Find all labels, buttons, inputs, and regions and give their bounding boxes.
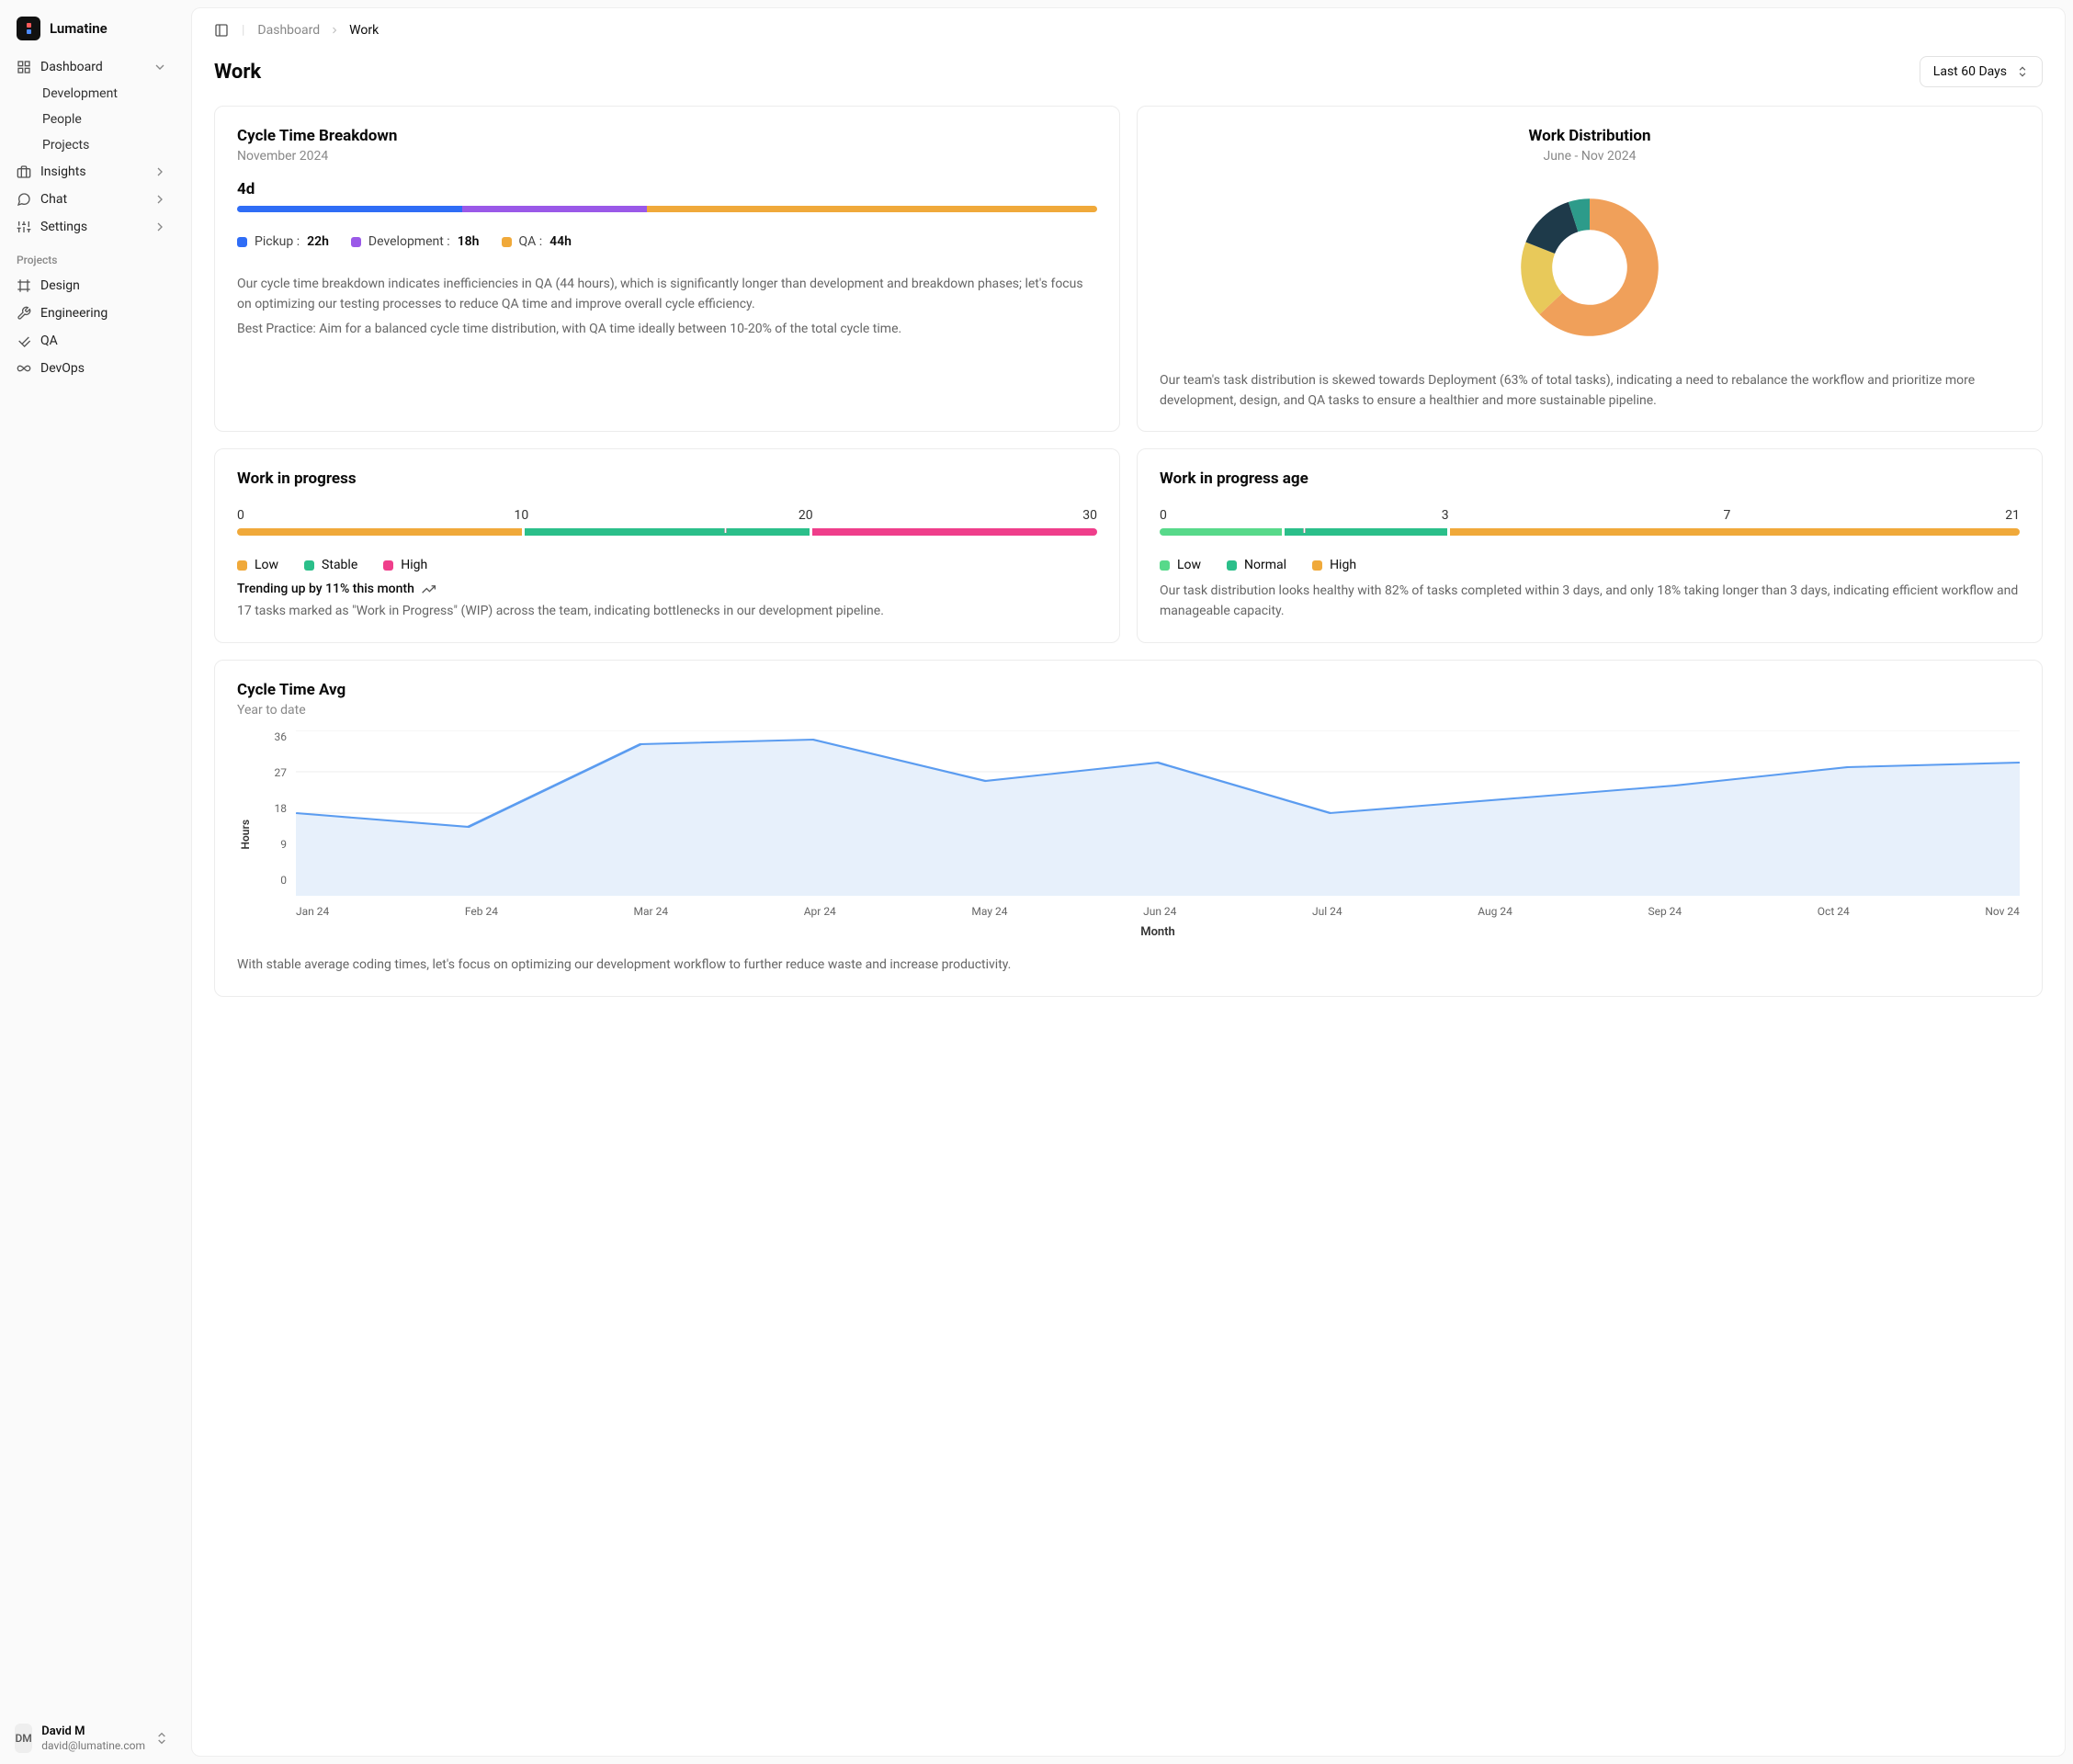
y-axis-label: Hours: [237, 820, 254, 849]
date-range-selector[interactable]: Last 60 Days: [1920, 56, 2043, 87]
sidebar-toggle-icon[interactable]: [214, 23, 229, 38]
brand[interactable]: Lumatine: [7, 11, 176, 53]
wip-age-scale: 03721: [1160, 508, 2020, 523]
work-distribution-donut: [1512, 189, 1668, 345]
check-icon: [17, 334, 31, 348]
sidebar-item-settings[interactable]: Settings: [7, 213, 176, 241]
cycle-time-text2: Best Practice: Aim for a balanced cycle …: [237, 320, 1097, 340]
sidebar-item-insights[interactable]: Insights: [7, 158, 176, 186]
wip-trend: Trending up by 11% this month: [237, 582, 1097, 596]
card-wip: Work in progress 0102030 LowStableHigh T…: [214, 448, 1120, 643]
chat-icon: [17, 192, 31, 207]
settings-icon: [17, 220, 31, 234]
card-subtitle: November 2024: [237, 149, 1097, 164]
user-name: David M: [41, 1724, 145, 1739]
chevron-right-icon: [153, 164, 167, 179]
card-title: Cycle Time Breakdown: [237, 127, 1097, 145]
user-menu[interactable]: DM David M david@lumatine.com: [7, 1713, 176, 1757]
brand-name: Lumatine: [50, 20, 108, 37]
work-distribution-text: Our team's task distribution is skewed t…: [1160, 371, 2020, 411]
card-wip-age: Work in progress age 03721 LowNormalHigh…: [1137, 448, 2043, 643]
wip-age-text: Our task distribution looks healthy with…: [1160, 582, 2020, 621]
card-work-distribution: Work Distribution June - Nov 2024 Our te…: [1137, 106, 2043, 432]
trending-up-icon: [422, 582, 436, 596]
sidebar-item-chat[interactable]: Chat: [7, 186, 176, 213]
frame-icon: [17, 278, 31, 293]
sidebar-section-projects: Projects: [7, 241, 176, 272]
card-title: Work in progress age: [1160, 469, 2020, 488]
breadcrumb-root[interactable]: Dashboard: [257, 23, 320, 38]
sidebar-project-devops[interactable]: DevOps: [7, 355, 176, 382]
brand-logo-icon: [17, 17, 40, 40]
breadcrumb-current: Work: [349, 23, 379, 38]
wip-age-segbar: [1160, 528, 2020, 536]
wip-segbar: [237, 528, 1097, 536]
main: | Dashboard Work Work Last 60 Days Cycle…: [184, 0, 2073, 1764]
cycle-time-metric: 4d: [237, 180, 1097, 198]
chevron-right-icon: [153, 220, 167, 234]
sidebar-item-development[interactable]: Development: [33, 81, 176, 107]
y-axis: 36271890: [263, 730, 287, 896]
sidebar-project-engineering[interactable]: Engineering: [7, 300, 176, 327]
card-title: Work in progress: [237, 469, 1097, 488]
cycle-time-legend: Pickup : 22hDevelopment : 18hQA : 44h: [237, 234, 1097, 249]
cycle-time-stacked-bar: [237, 206, 1097, 212]
wrench-icon: [17, 306, 31, 321]
chevron-down-icon: [153, 60, 167, 74]
topbar: | Dashboard Work: [192, 8, 2065, 52]
sidebar-item-dashboard[interactable]: Dashboard: [7, 53, 176, 81]
wip-text: 17 tasks marked as "Work in Progress" (W…: [237, 602, 1097, 622]
wip-age-legend: LowNormalHigh: [1160, 558, 2020, 572]
chevrons-up-down-icon: [2016, 65, 2029, 78]
sidebar-project-qa[interactable]: QA: [7, 327, 176, 355]
x-axis-label: Month: [296, 925, 2020, 939]
breadcrumb: Dashboard Work: [257, 23, 379, 38]
sidebar-item-projects[interactable]: Projects: [33, 132, 176, 158]
card-cycle-time-avg: Cycle Time Avg Year to date Hours 362718…: [214, 660, 2043, 997]
wip-scale: 0102030: [237, 508, 1097, 523]
card-title: Cycle Time Avg: [237, 681, 2020, 699]
avatar: DM: [15, 1724, 32, 1753]
layout-icon: [17, 60, 31, 74]
page-title: Work: [214, 61, 261, 84]
cycle-avg-text: With stable average coding times, let's …: [237, 956, 2020, 976]
sidebar-project-design[interactable]: Design: [7, 272, 176, 300]
infinity-icon: [17, 361, 31, 376]
wip-legend: LowStableHigh: [237, 558, 1097, 572]
chevron-right-icon: [153, 192, 167, 207]
briefcase-icon: [17, 164, 31, 179]
x-axis: Jan 24Feb 24Mar 24Apr 24May 24Jun 24Jul …: [296, 905, 2020, 918]
cycle-avg-line-chart: [296, 730, 2020, 896]
cycle-time-text1: Our cycle time breakdown indicates ineff…: [237, 275, 1097, 314]
card-subtitle: Year to date: [237, 703, 2020, 718]
user-email: david@lumatine.com: [41, 1739, 145, 1752]
card-title: Work Distribution: [1160, 127, 2020, 145]
chevrons-up-down-icon: [154, 1731, 169, 1746]
sidebar: Lumatine Dashboard Development People Pr…: [0, 0, 184, 1764]
card-cycle-time-breakdown: Cycle Time Breakdown November 2024 4d Pi…: [214, 106, 1120, 432]
chevron-right-icon: [329, 25, 340, 36]
sidebar-item-label: Dashboard: [40, 60, 103, 74]
sidebar-item-people[interactable]: People: [33, 107, 176, 132]
card-subtitle: June - Nov 2024: [1160, 149, 2020, 164]
